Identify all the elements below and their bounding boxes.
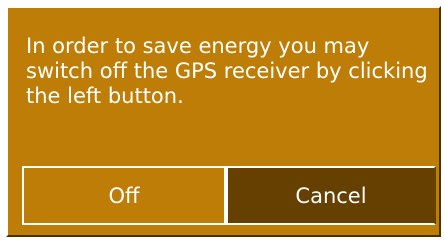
off-button-label: Off (108, 183, 140, 208)
cancel-button-label: Cancel (295, 183, 367, 208)
cancel-button[interactable]: Cancel (226, 166, 436, 225)
off-button[interactable]: Off (22, 166, 226, 225)
dialog-message: In order to save energy you may switch o… (26, 34, 428, 108)
